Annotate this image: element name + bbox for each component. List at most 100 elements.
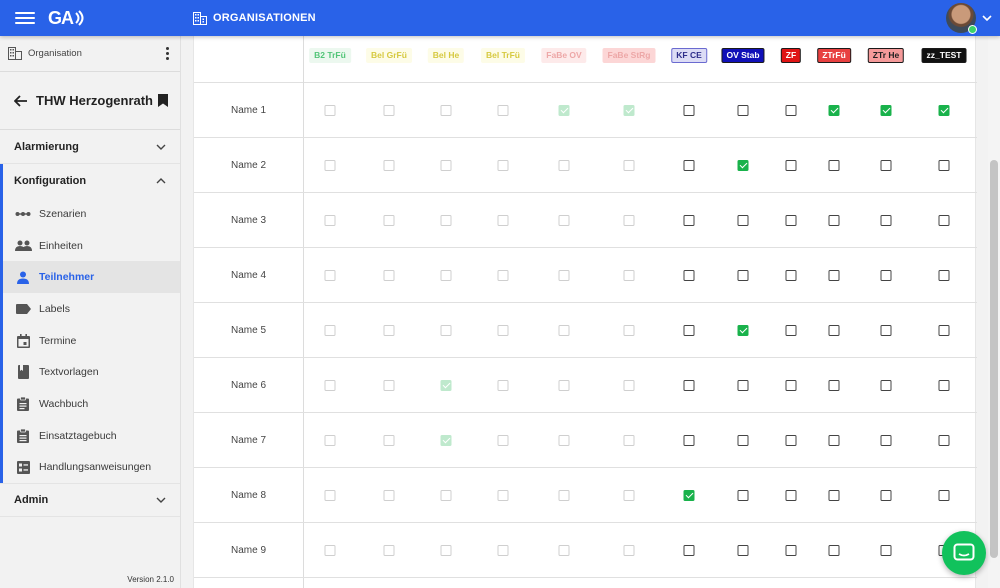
label-checkbox[interactable] <box>880 490 892 501</box>
label-checkbox[interactable] <box>828 380 840 391</box>
label-checkbox[interactable] <box>938 435 950 446</box>
label-checkbox[interactable] <box>828 435 840 446</box>
label-checkbox[interactable] <box>737 270 749 281</box>
label-checkbox[interactable] <box>683 270 695 281</box>
label-checkbox[interactable] <box>880 215 892 226</box>
label-checkbox[interactable] <box>938 380 950 391</box>
sidebar-item-handlungsanweisungen[interactable]: Handlungsanweisungen <box>3 452 180 484</box>
label-checkbox[interactable] <box>737 435 749 446</box>
konfiguration-group: Konfiguration Szenarien Einheiten Teilnehm… <box>0 164 180 484</box>
label-checkbox[interactable] <box>737 105 749 116</box>
building-icon <box>193 11 207 25</box>
label-checkbox <box>558 325 570 336</box>
label-checkbox[interactable] <box>938 270 950 281</box>
label-checkbox[interactable] <box>737 490 749 501</box>
label-checkbox[interactable] <box>880 545 892 556</box>
label-checkbox-checked[interactable] <box>737 160 749 171</box>
sidebar-item-teilnehmer[interactable]: Teilnehmer <box>3 261 180 294</box>
chat-button[interactable] <box>942 531 986 575</box>
label-checkbox-checked[interactable] <box>828 105 840 116</box>
sidebar-item-szenarien[interactable]: Szenarien <box>3 198 180 230</box>
participant-name: Name 3 <box>230 215 266 226</box>
label-checkbox[interactable] <box>683 325 695 336</box>
table-row: Name 7 <box>194 413 977 468</box>
label-checkbox[interactable] <box>880 380 892 391</box>
label-checkbox <box>324 215 336 226</box>
groups-icon <box>14 238 32 254</box>
label-checkbox-checked[interactable] <box>737 325 749 336</box>
label-checkbox-checked[interactable] <box>683 490 695 501</box>
label-checkbox-checked[interactable] <box>938 105 950 116</box>
app-logo[interactable]: GA <box>48 8 86 28</box>
label-checkbox <box>623 380 635 391</box>
label-checkbox <box>383 105 395 116</box>
label-header-row: B2 TrFü Bel GrFü Bel He Bel TrFü FaBe OV FaBe… <box>194 36 977 83</box>
sidebar-item-einheiten[interactable]: Einheiten <box>3 230 180 262</box>
sidebar-item-einsatztagebuch[interactable]: Einsatztagebuch <box>3 420 180 452</box>
label-checkbox[interactable] <box>828 270 840 281</box>
label-checkbox-checked[interactable] <box>880 105 892 116</box>
label-checkbox[interactable] <box>880 270 892 281</box>
label-checkbox[interactable] <box>938 215 950 226</box>
label-checkbox[interactable] <box>785 105 797 116</box>
label-checkbox[interactable] <box>785 490 797 501</box>
label-checkbox[interactable] <box>785 270 797 281</box>
label-checkbox[interactable] <box>683 105 695 116</box>
table-row: Name 3 <box>194 193 977 248</box>
label-checkbox[interactable] <box>880 160 892 171</box>
label-checkbox <box>558 435 570 446</box>
label-checkbox[interactable] <box>880 325 892 336</box>
label-checkbox[interactable] <box>785 160 797 171</box>
sidebar-item-termine[interactable]: Termine <box>3 325 180 357</box>
label-checkbox[interactable] <box>683 160 695 171</box>
label-checkbox[interactable] <box>683 545 695 556</box>
label-checkbox <box>497 490 509 501</box>
sidebar-item-label: Textvorlagen <box>39 366 99 379</box>
label-chip: FaBe StRg <box>602 48 656 63</box>
signal-icon <box>75 10 84 26</box>
bookmark-icon[interactable] <box>158 94 168 107</box>
label-checkbox[interactable] <box>938 325 950 336</box>
label-checkbox[interactable] <box>785 325 797 336</box>
sidebar-item-wachbuch[interactable]: Wachbuch <box>3 388 180 420</box>
label-checkbox[interactable] <box>737 215 749 226</box>
chevron-up-icon <box>156 178 166 184</box>
clipboard-icon <box>14 396 32 412</box>
more-vert-icon[interactable] <box>162 47 172 60</box>
building-icon <box>8 47 22 60</box>
label-checkbox[interactable] <box>828 215 840 226</box>
label-checkbox[interactable] <box>828 490 840 501</box>
label-checkbox[interactable] <box>737 545 749 556</box>
label-checkbox[interactable] <box>828 325 840 336</box>
arrow-back-icon[interactable] <box>14 94 28 107</box>
sidebar-item-labels[interactable]: Labels <box>3 293 180 325</box>
section-admin[interactable]: Admin <box>0 483 180 518</box>
label-checkbox[interactable] <box>683 380 695 391</box>
label-checkbox[interactable] <box>938 490 950 501</box>
label-checkbox <box>623 435 635 446</box>
scrollbar-thumb[interactable] <box>990 160 998 558</box>
participant-name: Name 1 <box>230 105 266 116</box>
table-row: Name 2 <box>194 138 977 193</box>
section-konfiguration[interactable]: Konfiguration <box>3 164 180 198</box>
participant-name: Name 9 <box>230 545 266 556</box>
label-checkbox[interactable] <box>880 435 892 446</box>
label-checkbox[interactable] <box>683 215 695 226</box>
user-menu[interactable] <box>946 3 992 34</box>
label-checkbox[interactable] <box>785 380 797 391</box>
menu-icon[interactable] <box>14 9 36 27</box>
label-checkbox[interactable] <box>737 380 749 391</box>
sidebar-item-label: Wachbuch <box>39 397 89 410</box>
label-checkbox[interactable] <box>828 160 840 171</box>
label-checkbox[interactable] <box>785 435 797 446</box>
sidebar-item-textvorlagen[interactable]: Textvorlagen <box>3 356 180 388</box>
section-alarmierung[interactable]: Alarmierung <box>0 130 180 164</box>
table-row: Name 4 <box>194 248 977 303</box>
label-checkbox[interactable] <box>938 160 950 171</box>
label-checkbox[interactable] <box>785 215 797 226</box>
label-checkbox[interactable] <box>828 545 840 556</box>
label-checkbox <box>383 545 395 556</box>
label-checkbox[interactable] <box>683 435 695 446</box>
label-checkbox[interactable] <box>785 545 797 556</box>
scrollbar[interactable] <box>988 36 1000 588</box>
